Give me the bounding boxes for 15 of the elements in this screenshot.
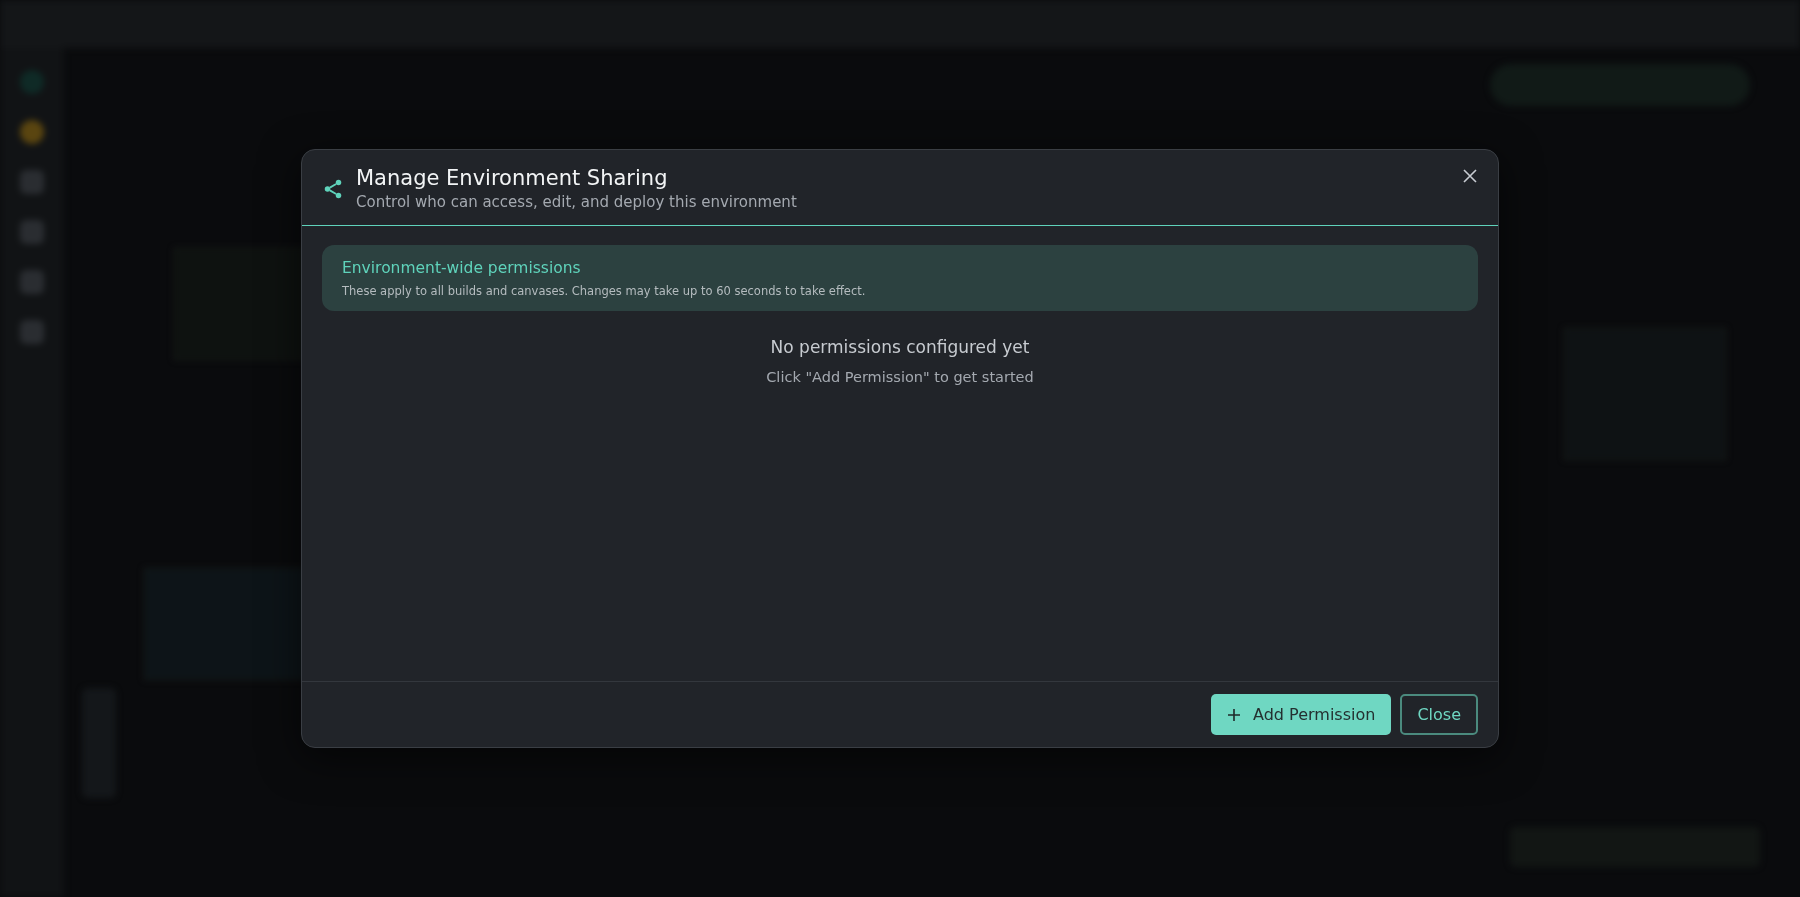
dialog-subtitle: Control who can access, edit, and deploy this environment <box>356 193 797 211</box>
close-button[interactable]: Close <box>1400 694 1478 735</box>
dialog-title: Manage Environment Sharing <box>356 166 669 190</box>
blurred-sidebar-icon <box>20 220 44 244</box>
notice-title: Environment-wide permissions <box>342 259 582 277</box>
empty-state-hint: Click "Add Permission" to get started <box>766 369 1034 385</box>
plus-icon <box>1227 707 1242 722</box>
blurred-sidebar-icon <box>20 120 44 144</box>
share-icon <box>322 177 344 200</box>
blurred-sidebar-icon <box>20 270 44 294</box>
blurred-sidebar-icon <box>20 320 44 344</box>
add-permission-button[interactable]: Add Permission <box>1211 694 1392 735</box>
notice-text: These apply to all builds and canvases. Changes may take up to 60 seconds to take effect. <box>342 284 867 298</box>
blurred-sidebar-icon <box>20 170 44 194</box>
empty-state-title: No permissions configured yet <box>770 337 1030 357</box>
